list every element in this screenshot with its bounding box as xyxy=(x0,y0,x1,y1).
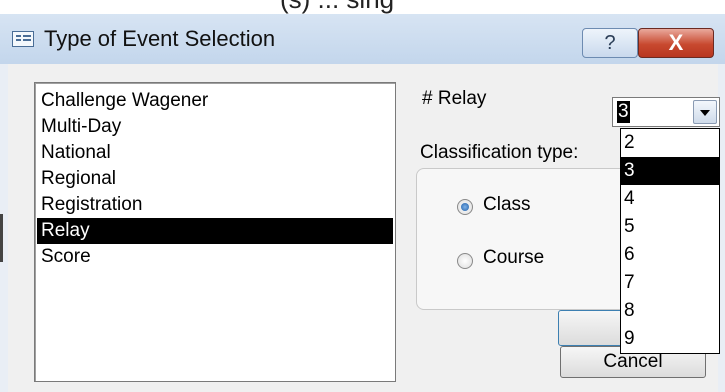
window-title: Type of Event Selection xyxy=(44,26,276,51)
window-edge-shadow xyxy=(0,214,3,262)
dropdown-option[interactable]: 9 xyxy=(621,325,719,353)
background-text-fragment: (s) ... sing xyxy=(0,0,725,14)
dropdown-option-selected[interactable]: 3 xyxy=(621,157,719,185)
dropdown-option[interactable]: 7 xyxy=(621,269,719,297)
list-item[interactable]: Registration xyxy=(37,192,393,218)
help-button[interactable]: ? xyxy=(582,28,638,58)
dialog-window: Type of Event Selection ? X Challenge Wa… xyxy=(0,14,725,392)
relay-count-dropdown[interactable]: 2 3 4 5 6 7 8 9 xyxy=(620,128,720,354)
class-radio-label[interactable]: Class xyxy=(483,194,531,216)
relay-count-combobox[interactable]: 3 xyxy=(612,97,720,127)
dropdown-option[interactable]: 8 xyxy=(621,297,719,325)
dropdown-option[interactable]: 4 xyxy=(621,185,719,213)
close-button[interactable]: X xyxy=(638,28,714,58)
list-item[interactable]: Multi-Day xyxy=(37,114,393,140)
course-radio-label[interactable]: Course xyxy=(483,247,544,269)
dialog-client-area: Challenge Wagener Multi-Day National Reg… xyxy=(8,64,720,392)
event-type-listbox[interactable]: Challenge Wagener Multi-Day National Reg… xyxy=(34,82,396,382)
list-item[interactable]: Challenge Wagener xyxy=(37,88,393,114)
title-bar[interactable]: Type of Event Selection ? X xyxy=(0,14,725,64)
form-icon xyxy=(12,31,34,47)
chevron-down-icon[interactable] xyxy=(693,100,717,124)
dropdown-option[interactable]: 6 xyxy=(621,241,719,269)
course-radio[interactable] xyxy=(457,253,473,269)
class-radio[interactable] xyxy=(457,199,473,215)
relay-count-value[interactable]: 3 xyxy=(617,101,630,123)
dropdown-option[interactable]: 5 xyxy=(621,213,719,241)
dropdown-option[interactable]: 2 xyxy=(621,129,719,157)
relay-count-label: # Relay xyxy=(422,88,487,109)
list-item-selected[interactable]: Relay xyxy=(37,218,393,244)
list-item[interactable]: Regional xyxy=(37,166,393,192)
list-item[interactable]: Score xyxy=(37,244,393,270)
classification-type-label: Classification type: xyxy=(420,142,579,163)
background-text: (s) ... sing xyxy=(280,0,394,14)
list-item[interactable]: National xyxy=(37,140,393,166)
